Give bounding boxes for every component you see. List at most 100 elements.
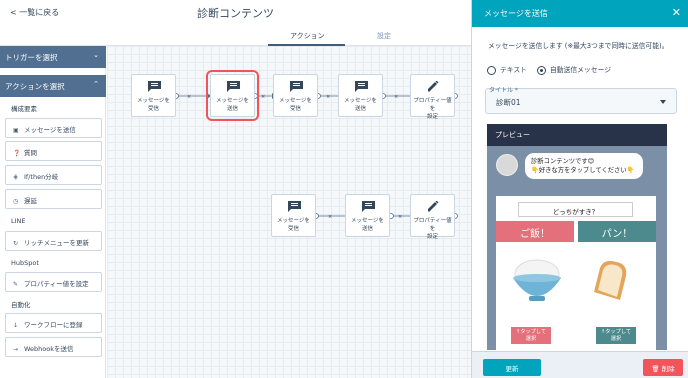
action-section-label: アクションを選択 [5, 82, 65, 91]
update-button[interactable]: 更新 [483, 359, 541, 376]
radio-auto-message[interactable]: 自動送信メッセージ [537, 64, 611, 75]
pencil-icon: ✎ [13, 281, 19, 288]
message-icon [148, 81, 161, 92]
bubble-line: 診断コンテンツです😊 [531, 158, 595, 165]
preview-header: プレビュー [487, 124, 667, 146]
card-title: どっちがすき？ [518, 202, 633, 217]
node-label: プロパティー値を 設定 [413, 98, 452, 120]
tap-bread-button[interactable]: ↑タップして 選択 [596, 327, 636, 344]
category-automation: 自動化 [11, 301, 31, 309]
branch-icon: ⋕ [13, 174, 19, 181]
pencil-icon [428, 201, 439, 212]
message-icon [362, 201, 375, 212]
title-field-label: タイトル * [489, 87, 518, 94]
delete-button[interactable]: 🗑 削除 [643, 359, 683, 376]
delete-label: 削除 [661, 365, 675, 373]
chevron-down-icon: ⌄ [93, 51, 99, 59]
avatar [496, 154, 518, 176]
tap-rice-button[interactable]: ↑タップして 選択 [511, 327, 551, 344]
preview-chat: 診断コンテンツです😊 👇好きな方をタップしてください👇 ご飯！ パン！ どっちが… [487, 146, 667, 350]
sidebar-item-delay[interactable]: ◷ 遅延 [5, 189, 102, 209]
sidebar-item-rich-menu[interactable]: ↻ リッチメニューを更新 [5, 231, 102, 251]
svg-text:×: × [261, 94, 265, 100]
sidebar-item-label: Webhookを送信 [24, 345, 74, 353]
sidebar-item-label: If/then分岐 [24, 173, 59, 181]
tab-actions[interactable]: アクション [290, 31, 325, 41]
node-label: メッセージを 送信 [344, 98, 377, 112]
panel-header: メッセージを送信 ✕ [472, 0, 688, 27]
trash-icon: 🗑 [651, 365, 660, 373]
sidebar-item-label: リッチメニューを更新 [24, 239, 89, 247]
title-select-value: 診断01 [496, 98, 521, 107]
workflow-canvas[interactable]: × × × × × × メッセージを 受信 メッセージを 送信 メッセージを 受信 メッセージ… [107, 46, 471, 378]
arrow-down-icon: ↓ [13, 322, 19, 329]
workflow-node-receive[interactable]: メッセージを 受信 [273, 74, 318, 117]
workflow-node-set-property[interactable]: プロパティー値を 設定 [410, 74, 455, 120]
radio-circle-checked [537, 65, 546, 75]
node-label: メッセージを 送信 [351, 218, 384, 232]
svg-text:×: × [394, 94, 398, 100]
bubble-line: 👇好きな方をタップしてください👇 [531, 167, 635, 174]
workflow-node-set-property[interactable]: プロパティー値を 設定 [410, 194, 455, 240]
clock-icon: ◷ [13, 198, 19, 205]
top-bar: < 一覧に戻る 診断コンテンツ アクション 設定 [0, 0, 471, 46]
message-icon [227, 81, 240, 92]
radio-circle [487, 65, 496, 75]
workflow-node-send[interactable]: メッセージを 送信 [338, 74, 383, 117]
svg-text:×: × [187, 94, 191, 100]
pencil-icon [428, 81, 439, 92]
node-label: メッセージを 受信 [277, 218, 310, 232]
tab-settings[interactable]: 設定 [377, 31, 391, 41]
category-line: LINE [11, 217, 26, 225]
choice-rice-header: ご飯！ [496, 221, 574, 242]
sidebar-item-question[interactable]: ❓ 質問 [5, 141, 102, 161]
sidebar-item-set-property[interactable]: ✎ プロパティー値を設定 [5, 272, 102, 292]
message-icon: ▣ [13, 127, 19, 134]
trigger-section-label: トリガーを選択 [5, 53, 58, 62]
svg-text:×: × [398, 214, 402, 220]
message-icon [355, 81, 368, 92]
panel-title: メッセージを送信 [484, 9, 548, 18]
sidebar-item-label: 遅延 [24, 197, 37, 205]
workflow-editor: < 一覧に戻る 診断コンテンツ アクション 設定 トリガーを選択 ⌄ アクション… [0, 0, 688, 378]
choice-bread-header: パン！ [578, 221, 656, 242]
panel-footer: 更新 🗑 削除 [472, 351, 688, 378]
bread-icon [594, 260, 627, 300]
workflow-node-send-selected[interactable]: メッセージを 送信 [206, 70, 259, 121]
sidebar-item-send-message[interactable]: ▣ メッセージを送信 [5, 118, 102, 138]
sidebar-item-if-then[interactable]: ⋕ If/then分岐 [5, 165, 102, 185]
workflow-node-receive[interactable]: メッセージを 受信 [271, 194, 316, 237]
message-preview: プレビュー 診断コンテンツです😊 👇好きな方をタップしてください👇 ご飯！ パン… [487, 124, 667, 350]
node-label: メッセージを 受信 [137, 98, 170, 112]
trigger-section-header[interactable]: トリガーを選択 ⌄ [0, 46, 106, 68]
tab-bar: アクション 設定 [0, 26, 471, 46]
svg-text:×: × [326, 94, 330, 100]
panel-description: メッセージを送信します (※最大3つまで同時に送信可能)。 [488, 42, 669, 50]
close-icon[interactable]: ✕ [672, 6, 681, 19]
radio-text[interactable]: テキスト [487, 64, 527, 75]
message-icon [290, 81, 303, 92]
question-icon: ❓ [13, 150, 21, 157]
sidebar-item-webhook[interactable]: → Webhookを送信 [5, 337, 102, 357]
sidebar-item-label: メッセージを送信 [24, 126, 76, 134]
sidebar-item-label: ワークフローに登録 [24, 321, 83, 329]
rice-bowl-icon [513, 259, 561, 301]
choice-card: ご飯！ パン！ どっちがすき？ ↑タップして 選択 ↑タップして 選択 [496, 196, 656, 350]
radio-label: テキスト [500, 66, 527, 74]
sidebar-item-workflow[interactable]: ↓ ワークフローに登録 [5, 313, 102, 333]
sidebar: トリガーを選択 ⌄ アクションを選択 ⌃ 構成要素 ▣ メッセージを送信 ❓ 質問 … [0, 46, 106, 378]
action-section-header[interactable]: アクションを選択 ⌃ [0, 75, 106, 97]
caret-down-icon [660, 100, 666, 104]
workflow-node-receive[interactable]: メッセージを 受信 [131, 74, 176, 117]
sidebar-item-label: プロパティー値を設定 [24, 280, 89, 288]
sidebar-item-label: 質問 [24, 149, 37, 157]
send-message-panel: メッセージを送信 ✕ メッセージを送信します (※最大3つまで同時に送信可能)。… [471, 0, 688, 378]
category-components: 構成要素 [11, 105, 37, 113]
node-label: プロパティー値を 設定 [413, 218, 452, 240]
page-title: 診断コンテンツ [197, 7, 274, 20]
refresh-icon: ↻ [13, 240, 19, 247]
workflow-node-send[interactable]: メッセージを 送信 [345, 194, 390, 237]
chevron-up-icon: ⌃ [93, 80, 99, 88]
message-icon [288, 201, 301, 212]
radio-label: 自動送信メッセージ [550, 66, 612, 74]
